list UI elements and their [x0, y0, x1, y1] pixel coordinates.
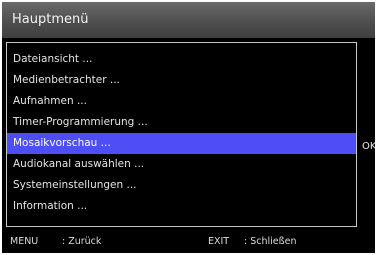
menu-item-mosaikvorschau[interactable]: Mosaikvorschau ...: [7, 133, 356, 154]
menu-header: Hauptmenü: [2, 2, 375, 38]
tv-main-menu: Hauptmenü Dateiansicht ... Medienbetrach…: [2, 2, 375, 253]
menu-item-audiokanal[interactable]: Audiokanal auswählen ...: [7, 154, 356, 175]
footer-exit-key: EXIT: [208, 236, 230, 247]
footer-menu-action: : Zurück: [62, 236, 102, 247]
menu-list: Dateiansicht ... Medienbetrachter ... Au…: [7, 49, 356, 217]
menu-item-timer-programmierung[interactable]: Timer-Programmierung ...: [7, 112, 356, 133]
menu-panel: Dateiansicht ... Medienbetrachter ... Au…: [6, 42, 357, 227]
menu-item-information[interactable]: Information ...: [7, 196, 356, 217]
menu-item-dateiansicht[interactable]: Dateiansicht ...: [7, 49, 356, 70]
menu-item-aufnahmen[interactable]: Aufnahmen ...: [7, 91, 356, 112]
menu-item-medienbetrachter[interactable]: Medienbetrachter ...: [7, 70, 356, 91]
footer-key-hints: MENU : Zurück EXIT : Schließen: [2, 230, 375, 253]
footer-exit-action: : Schließen: [244, 236, 297, 247]
menu-item-systemeinstellungen[interactable]: Systemeinstellungen ...: [7, 175, 356, 196]
menu-title: Hauptmenü: [12, 12, 89, 27]
footer-menu-key: MENU: [10, 236, 39, 247]
ok-hint: OK: [362, 141, 375, 152]
